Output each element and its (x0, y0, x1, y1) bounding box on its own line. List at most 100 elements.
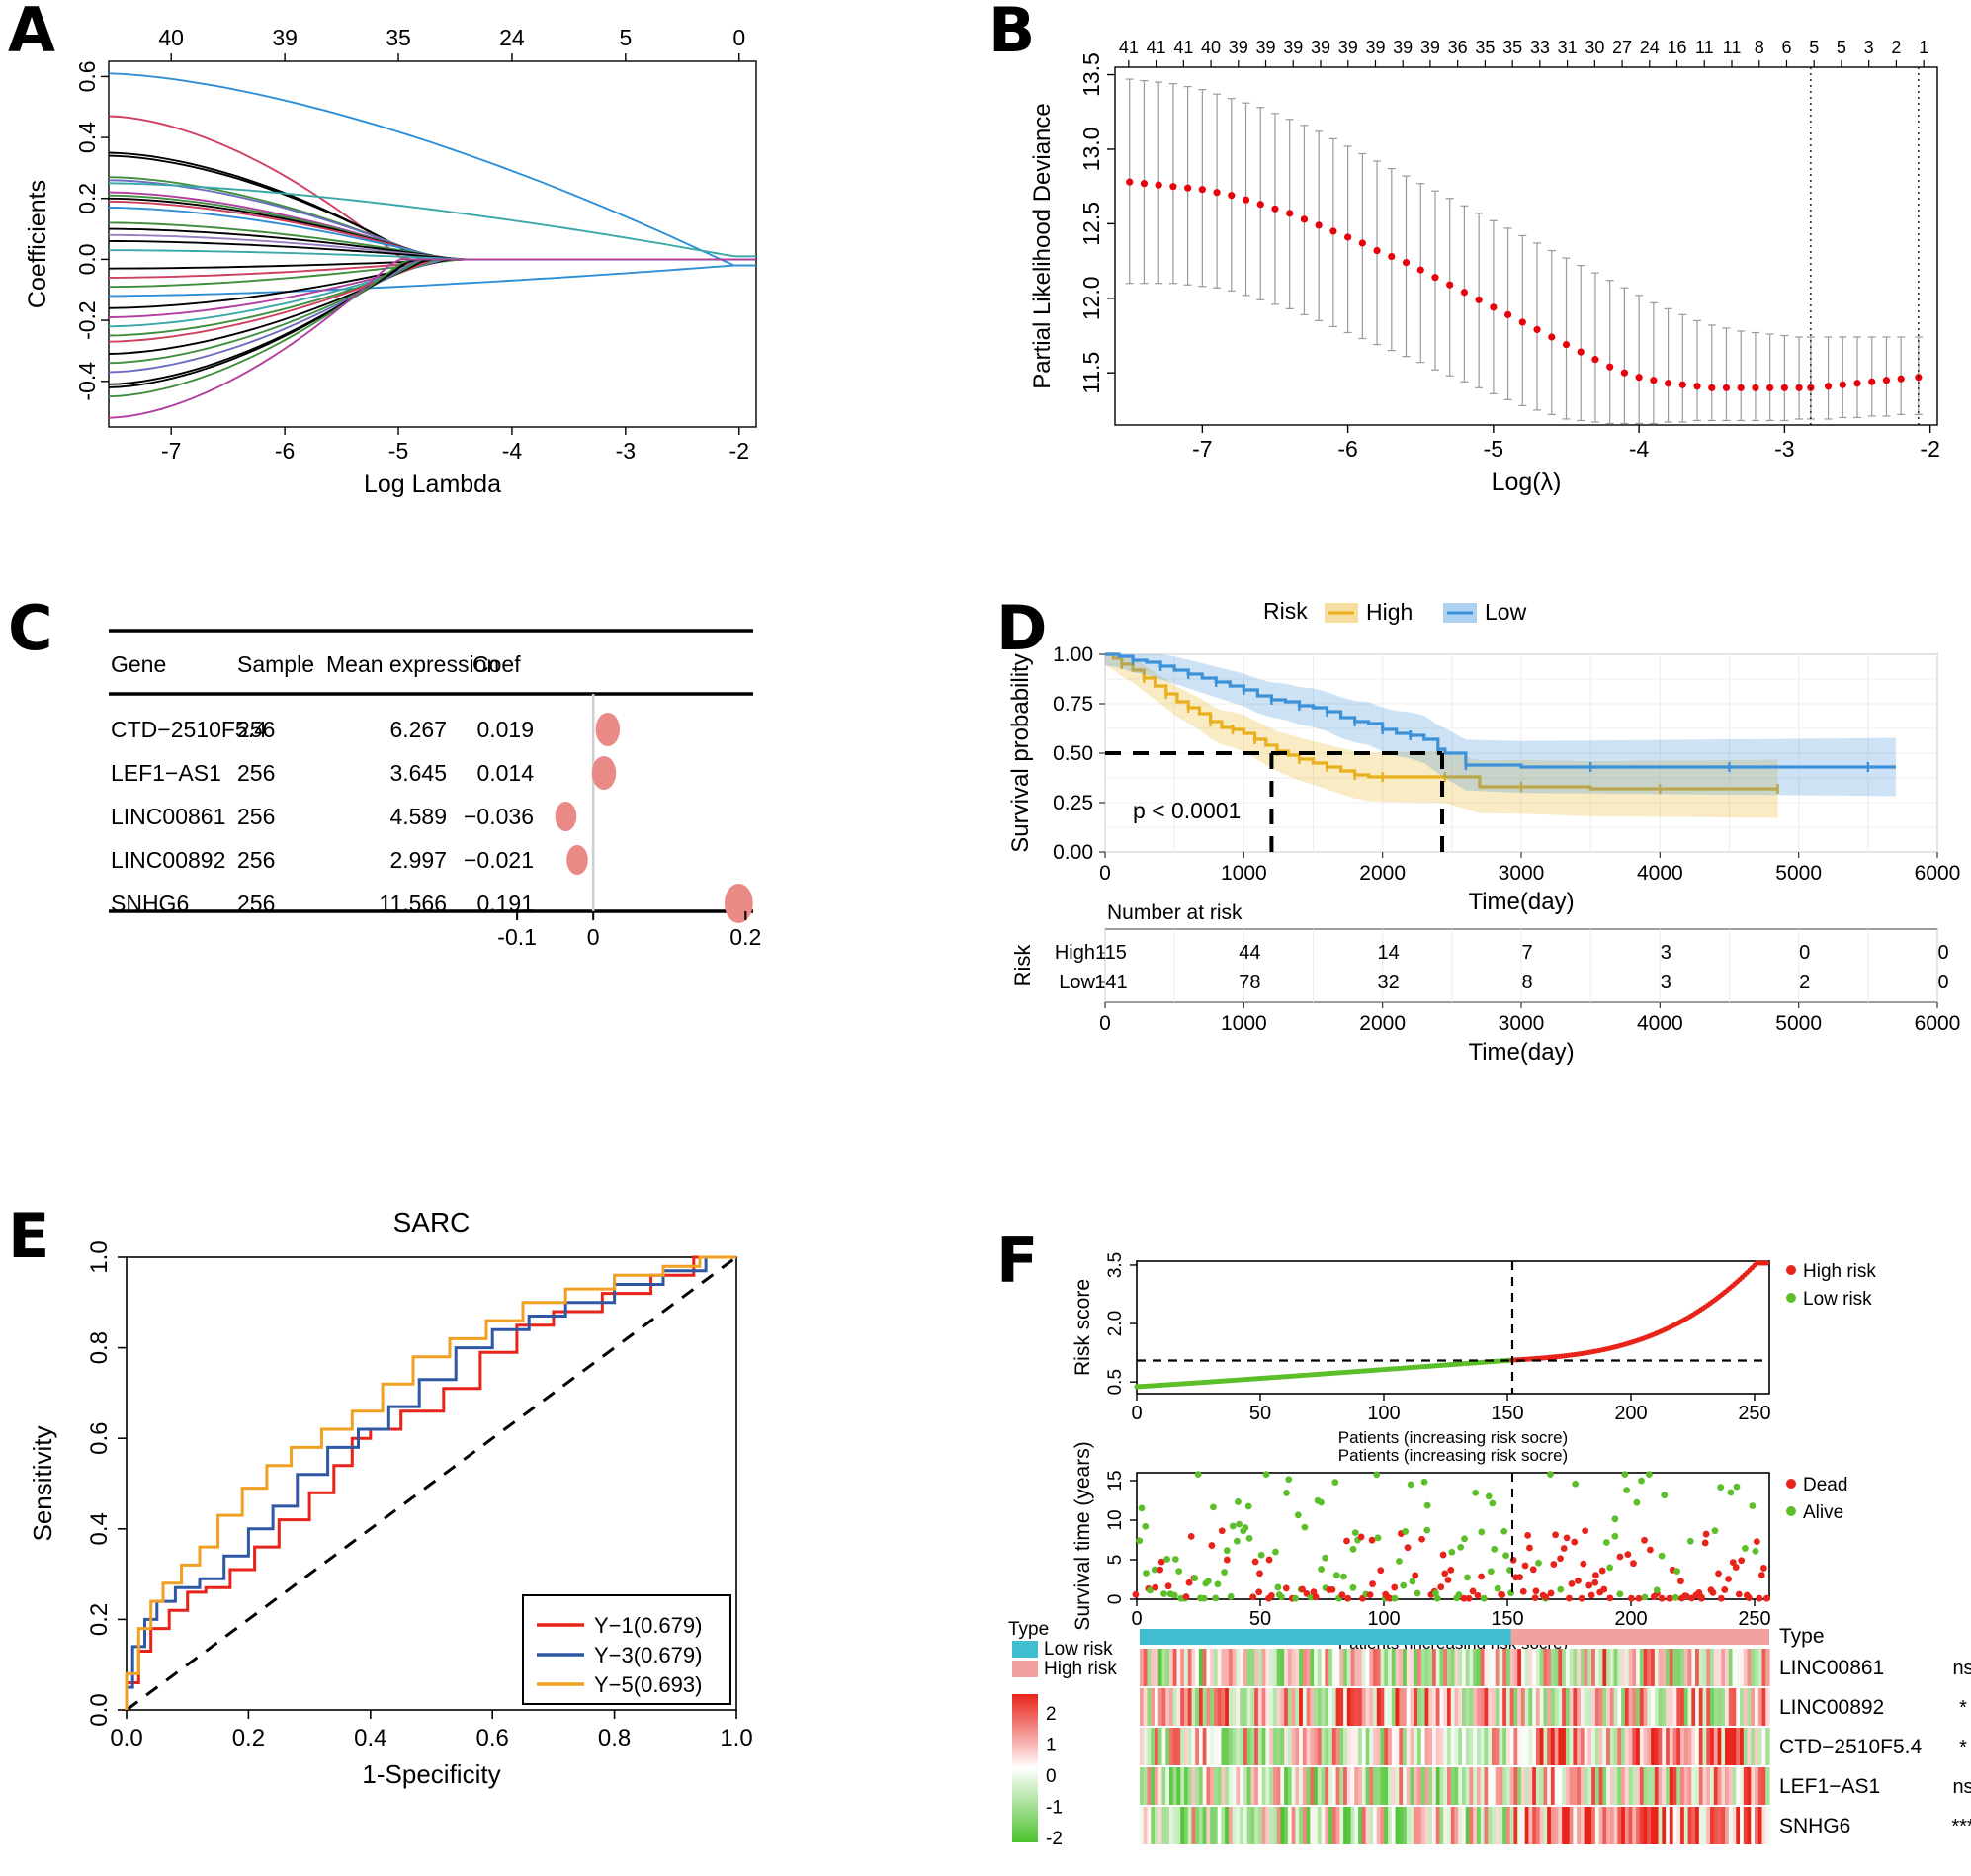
panel-f-heatmap-cell (1265, 1767, 1270, 1805)
panel-b-x-tick: -4 (1629, 436, 1650, 462)
panel-f-heatmap-cell (1165, 1767, 1170, 1805)
panel-f-st-point (1349, 1583, 1357, 1591)
panel-f-heatmap-cell (1335, 1688, 1340, 1726)
panel-f-st-point (1229, 1522, 1237, 1530)
panel-f-heatmap-cell (1261, 1807, 1266, 1844)
panel-f-heatmap-cell (1662, 1728, 1667, 1765)
panel-f-heatmap-cell (1473, 1767, 1478, 1805)
panel-f-heatmap-cell (1458, 1688, 1463, 1726)
panel-b-top-tick: 39 (1338, 38, 1358, 57)
panel-f-heatmap-cell (1450, 1649, 1456, 1686)
panel-f-heatmap-cell (1272, 1767, 1278, 1805)
panel-d: Risk High Low 0.00 0.25 0.50 0.75 1.00 0 1000 2000… (988, 593, 1971, 1066)
panel-f-heatmap-cell (1168, 1649, 1174, 1686)
panel-f-st-point (1369, 1580, 1376, 1587)
panel-e-x-tick: 1.0 (720, 1725, 752, 1751)
panel-f-heatmap-cell (1706, 1767, 1711, 1805)
panel-f-st-point (1582, 1527, 1589, 1535)
panel-f-heatmap-cell (1246, 1767, 1252, 1805)
panel-f-st-point (1592, 1572, 1599, 1579)
panel-f-st-point (1606, 1564, 1614, 1572)
panel-f-heatmap-cell (1261, 1728, 1266, 1765)
panel-f-heatmap-cell (1687, 1728, 1692, 1765)
panel-f-heatmap-cell (1621, 1767, 1626, 1805)
panel-a-curve (109, 264, 756, 298)
panel-f-heatmap-cell (1420, 1649, 1426, 1686)
panel-f-heatmap-cell (1384, 1649, 1389, 1686)
panel-b-point (1446, 281, 1454, 289)
panel-f-heatmap-cell (1647, 1767, 1652, 1805)
panel-f-heatmap-cell (1728, 1688, 1734, 1726)
panel-f-heatmap-cell (1577, 1728, 1582, 1765)
panel-f-heatmap-cell (1350, 1728, 1355, 1765)
panel-c-axis-tick: -0.1 (497, 924, 537, 950)
panel-f-st-point (1709, 1588, 1717, 1596)
panel-f-st-point (1256, 1570, 1263, 1578)
panel-f-heatmap-cell (1284, 1688, 1289, 1726)
panel-f-heatmap-cell (1454, 1767, 1459, 1805)
panel-a-x-tick: -7 (161, 438, 181, 464)
panel-f-heatmap-row-label: LEF1−AS1 (1779, 1775, 1880, 1798)
panel-f-heatmap-cell (1461, 1728, 1467, 1765)
panel-f-heatmap-cell (1687, 1767, 1692, 1805)
panel-d-risk-x-tick: 1000 (1221, 1012, 1267, 1035)
panel-f-heatmap-cell (1550, 1767, 1556, 1805)
panel-f-heatmap-cell (1747, 1688, 1752, 1726)
panel-f-heatmap-cell (1376, 1807, 1382, 1844)
panel-d-ylabel: Survival probability (1007, 653, 1034, 852)
panel-a-coefficient-paths (108, 72, 756, 419)
panel-f-heatmap-cell (1643, 1807, 1648, 1844)
panel-f-heatmap-cell (1550, 1728, 1556, 1765)
panel-f-heatmap-cell (1587, 1649, 1592, 1686)
panel-f-heatmap-cell (1140, 1767, 1145, 1805)
panel-f-heatmap-cell (1284, 1767, 1289, 1805)
panel-f-heatmap-cell (1662, 1767, 1667, 1805)
panel-c-coef-dot (591, 756, 617, 790)
panel-d-survival-plot: Risk High Low0.000.250.500.751.000 1000 2000… (1007, 598, 1960, 1066)
panel-c-row-coef: 0.191 (476, 891, 534, 916)
panel-f-heatmap-cell (1335, 1649, 1340, 1686)
panel-f-heatmap-cell (1465, 1649, 1471, 1686)
panel-f-st-point (1223, 1547, 1231, 1555)
panel-f-heatmap-cell (1505, 1688, 1511, 1726)
panel-f-heatmap-cell (1606, 1807, 1611, 1844)
panel-f-heatmap-cell (1154, 1728, 1159, 1765)
panel-f-heatmap-cell (1198, 1649, 1204, 1686)
panel-b-top-tick: 8 (1755, 38, 1764, 57)
panel-f-heatmap-cell (1410, 1807, 1414, 1844)
panel-f-heatmap-cell (1613, 1688, 1618, 1726)
panel-f-rs-x-tick: 200 (1614, 1403, 1647, 1424)
panel-b-top-tick: 35 (1502, 38, 1522, 57)
panel-f-st-point (1236, 1520, 1243, 1528)
panel-f-heatmap-cell (1594, 1688, 1600, 1726)
panel-f-heatmap-cell (1310, 1767, 1315, 1805)
panel-f-st-point (1257, 1551, 1265, 1559)
panel-d-risk-x-tick: 3000 (1499, 1012, 1545, 1035)
panel-f-heatmap-cell (1358, 1649, 1363, 1686)
panel-e-title: SARC (393, 1207, 471, 1237)
panel-f-type-legend-swatch (1012, 1661, 1038, 1677)
panel-f-heatmap-cell (1458, 1807, 1463, 1844)
panel-e-legend-label: Y−1(0.679) (594, 1613, 702, 1638)
panel-f-heatmap-cell (1202, 1649, 1208, 1686)
panel-f-heatmap-sig: *** (1951, 1816, 1971, 1837)
panel-f-heatmap-cell (1499, 1688, 1503, 1726)
panel-f-heatmap-cell (1410, 1728, 1414, 1765)
panel-f-heatmap-cell (1747, 1767, 1752, 1805)
panel-f-heatmap-cell (1265, 1807, 1270, 1844)
panel-f-heatmap-cell (1317, 1728, 1323, 1765)
panel-f-heatmap-cell (1666, 1807, 1671, 1844)
panel-f: 0.5 2.0 3.5 0 50 100 150 200 250 Patients (increa… (988, 1226, 1971, 1876)
panel-f-heatmap-cell (1187, 1767, 1193, 1805)
panel-f-heatmap-cell (1314, 1767, 1319, 1805)
panel-f-heatmap-cell (1505, 1767, 1511, 1805)
panel-c-col-gene: Gene (111, 651, 166, 677)
panel-f-heatmap-cell (1454, 1649, 1459, 1686)
panel-f-heatmap-cell (1651, 1728, 1656, 1765)
panel-f-heatmap-cell (1654, 1688, 1660, 1726)
panel-e-x-tick: 0.6 (476, 1725, 509, 1751)
panel-f-heatmap-cell (1325, 1767, 1329, 1805)
panel-f-heatmap-cell (1643, 1728, 1648, 1765)
panel-f-heatmap-row-label: SNHG6 (1779, 1815, 1850, 1837)
panel-f-heatmap-cell (1710, 1688, 1715, 1726)
